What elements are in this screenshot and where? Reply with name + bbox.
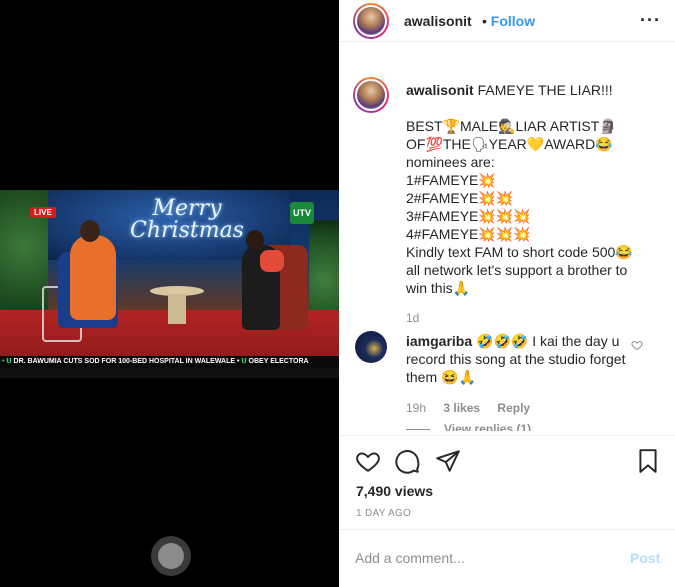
video-player[interactable]: Merry Christmas LIVE UTV • 𝐔 DR. BAWUMIA… — [0, 190, 339, 378]
host-head — [80, 220, 100, 242]
caption-text: FAMEYE THE LIAR!!! BEST🏆MALE🕵️LIAR ARTIS… — [406, 82, 633, 296]
header-username[interactable]: awalisonit — [404, 13, 472, 29]
comments-section[interactable]: awalisonit FAMEYE THE LIAR!!! BEST🏆MALE🕵… — [339, 59, 675, 431]
guest-head — [246, 230, 264, 250]
post-sidebar: awalisonit • Follow ··· awalisonit FAMEY… — [339, 0, 675, 587]
caption-timestamp[interactable]: 1d — [406, 311, 419, 325]
heart-outline-icon[interactable] — [631, 339, 643, 354]
ticker-lower-band — [0, 368, 339, 378]
host-figure — [70, 235, 116, 320]
ticker-text: DR. BAWUMIA CUTS SOD FOR 100-BED HOSPITA… — [13, 358, 236, 365]
avatar[interactable] — [353, 3, 389, 39]
post-date[interactable]: 1 DAY AGO — [356, 508, 411, 519]
caption-avatar[interactable] — [353, 77, 389, 113]
comment-input[interactable] — [355, 548, 605, 568]
guest-shirt — [260, 250, 284, 272]
view-count[interactable]: 7,490 views — [356, 483, 433, 499]
follow-separator: • — [482, 13, 487, 29]
video-panel[interactable]: Merry Christmas LIVE UTV • 𝐔 DR. BAWUMIA… — [0, 0, 339, 587]
heart-icon[interactable] — [355, 448, 381, 474]
bookmark-icon[interactable] — [635, 448, 661, 474]
record-button-icon[interactable] — [151, 536, 191, 576]
post-button[interactable]: Post — [630, 550, 660, 566]
view-replies-button[interactable]: View replies (1) — [406, 422, 531, 431]
post-header: awalisonit • Follow ··· — [339, 0, 675, 42]
comment-bubble-icon[interactable] — [395, 448, 421, 474]
comment-username[interactable]: iamgariba — [406, 333, 472, 349]
ticker-text-2: OBEY ELECTORA — [248, 358, 309, 365]
caption-username[interactable]: awalisonit — [406, 82, 474, 98]
live-badge: LIVE — [30, 207, 56, 218]
caption: awalisonit FAMEYE THE LIAR!!! BEST🏆MALE🕵… — [406, 81, 661, 297]
reply-button[interactable]: Reply — [497, 401, 530, 415]
news-ticker: • 𝐔 DR. BAWUMIA CUTS SOD FOR 100-BED HOS… — [0, 356, 339, 368]
comment-avatar[interactable] — [355, 331, 387, 363]
channel-logo: UTV — [290, 202, 314, 224]
follow-label: Follow — [490, 13, 536, 29]
post-actions: 7,490 views 1 DAY AGO — [339, 435, 675, 529]
comment-item: iamgariba 🤣🤣🤣 I kai the day u record thi… — [406, 332, 631, 386]
comment-meta: 19h 3 likes Reply — [406, 401, 544, 415]
record-button-inner — [158, 543, 184, 569]
comment-time[interactable]: 19h — [406, 401, 426, 415]
add-comment-bar: Post — [339, 529, 675, 587]
comment-likes[interactable]: 3 likes — [443, 401, 480, 415]
paper-plane-icon[interactable] — [435, 448, 461, 474]
view-replies-label: View replies (1) — [444, 422, 532, 431]
ellipsis-icon[interactable]: ··· — [640, 10, 661, 31]
coffee-table-base — [168, 294, 186, 324]
merry-christmas-overlay: Merry Christmas — [130, 196, 244, 243]
follow-button[interactable]: • Follow — [482, 13, 535, 29]
